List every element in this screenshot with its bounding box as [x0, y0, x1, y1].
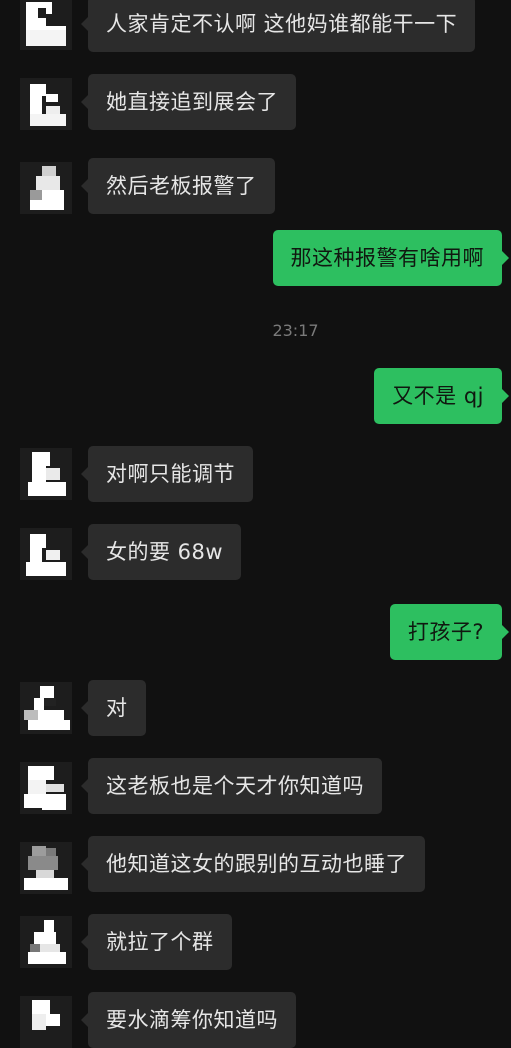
- pixelated-avatar-icon[interactable]: [20, 842, 72, 894]
- pixelated-avatar-icon[interactable]: [20, 162, 72, 214]
- pixelated-avatar-icon[interactable]: [20, 78, 72, 130]
- incoming-message-bubble[interactable]: 这老板也是个天才你知道吗: [81, 758, 382, 814]
- pixelated-avatar-icon[interactable]: [20, 916, 72, 968]
- incoming-message-bubble[interactable]: 对: [81, 680, 146, 736]
- incoming-message-bubble[interactable]: 人家肯定不认啊 这他妈谁都能干一下: [80, 0, 476, 52]
- pixelated-avatar-icon[interactable]: [20, 0, 72, 50]
- pixelated-avatar-icon[interactable]: [20, 528, 72, 580]
- pixelated-avatar-icon[interactable]: [20, 448, 72, 500]
- incoming-message-bubble[interactable]: 女的要 68w: [80, 524, 242, 580]
- incoming-message-bubble[interactable]: 然后老板报警了: [81, 158, 275, 214]
- incoming-message-bubble[interactable]: 她直接追到展会了: [81, 74, 296, 130]
- outgoing-message-bubble[interactable]: 打孩子?: [389, 604, 510, 660]
- chat-message-list[interactable]: 人家肯定不认啊 这他妈谁都能干一下 她直接追到展会了 然后老板报警了 那这种报警…: [0, 0, 511, 1048]
- incoming-message-bubble[interactable]: 他知道这女的跟别的互动也睡了: [81, 836, 425, 892]
- pixelated-avatar-icon[interactable]: [20, 762, 72, 814]
- outgoing-message-bubble[interactable]: 那这种报警有啥用啊: [272, 230, 509, 286]
- outgoing-message-bubble[interactable]: 又不是 qj: [374, 368, 509, 424]
- incoming-message-bubble[interactable]: 就拉了个群: [81, 914, 232, 970]
- timestamp-divider: 23:17: [272, 321, 319, 340]
- incoming-message-bubble[interactable]: 要水滴筹你知道吗: [81, 992, 296, 1048]
- incoming-message-bubble[interactable]: 对啊只能调节: [81, 446, 253, 502]
- pixelated-avatar-icon[interactable]: [20, 996, 72, 1048]
- pixelated-avatar-icon[interactable]: [20, 682, 72, 734]
